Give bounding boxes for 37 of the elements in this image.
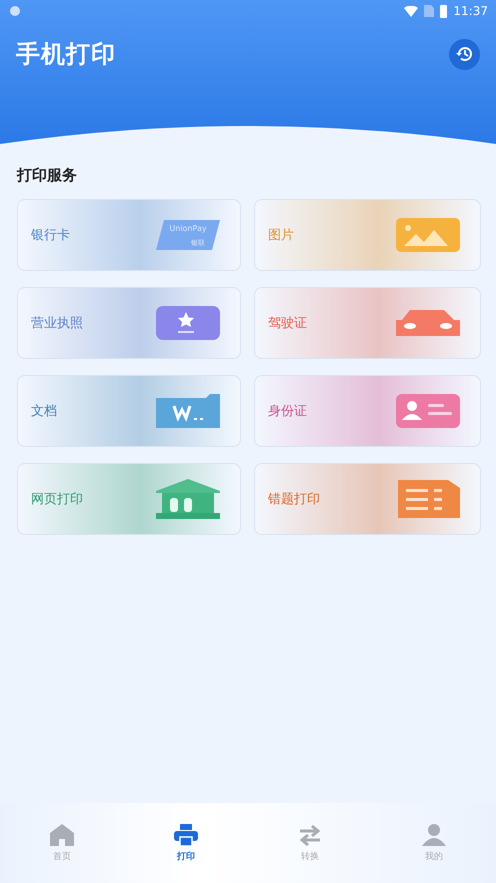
list-card-icon (398, 480, 460, 518)
home-icon (50, 824, 74, 846)
id-card-icon (396, 394, 460, 428)
service-label: 营业执照 (31, 315, 83, 332)
nav-tab[interactable]: 转换 (248, 803, 372, 883)
section-title: 打印服务 (16, 165, 78, 186)
service-card[interactable]: 文档 (17, 375, 241, 447)
nav-tab[interactable]: 打印 (124, 803, 248, 883)
service-card[interactable]: 错题打印 (254, 463, 481, 535)
service-card[interactable]: 图片 (254, 199, 481, 271)
service-label: 银行卡 (31, 227, 70, 244)
no-sim-icon (424, 5, 434, 17)
person-icon (422, 824, 446, 846)
service-card[interactable]: 身份证 (254, 375, 481, 447)
app-title: 手机打印 (16, 39, 116, 70)
status-time: 11:37 (453, 4, 488, 18)
document-icon (156, 394, 220, 428)
nav-tab[interactable]: 我的 (372, 803, 496, 883)
battery-icon (440, 4, 448, 18)
star-card-icon (156, 306, 220, 340)
history-icon (456, 45, 474, 63)
wifi-icon (404, 6, 418, 16)
picture-icon (396, 218, 460, 252)
service-card[interactable]: 营业执照 (17, 287, 241, 359)
service-label: 错题打印 (268, 491, 320, 508)
service-card[interactable]: 网页打印 (17, 463, 241, 535)
swap-arrows-icon (298, 824, 322, 846)
nav-tab[interactable]: 首页 (0, 803, 124, 883)
service-label: 图片 (268, 227, 294, 244)
service-card[interactable]: 驾驶证 (254, 287, 481, 359)
building-icon (156, 479, 220, 519)
service-label: 驾驶证 (268, 315, 307, 332)
service-label: 身份证 (268, 403, 307, 420)
service-label: 网页打印 (31, 491, 83, 508)
service-label: 文档 (31, 403, 57, 420)
history-button[interactable] (449, 38, 480, 70)
printer-icon (174, 824, 198, 846)
